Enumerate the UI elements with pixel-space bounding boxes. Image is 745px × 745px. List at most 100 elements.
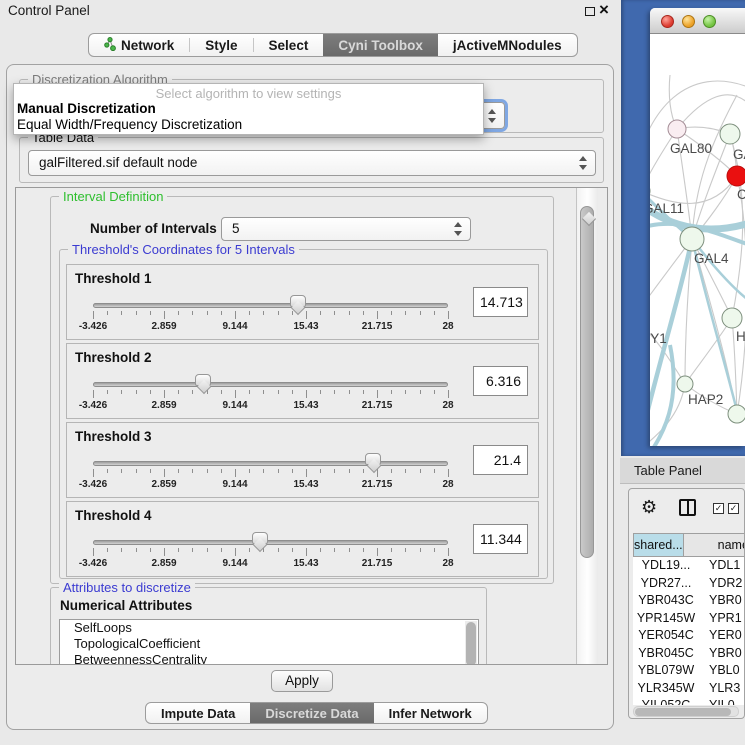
algorithm-option-equal-width[interactable]: Equal Width/Frequency Discretization xyxy=(14,117,483,133)
close-icon[interactable]: × xyxy=(599,0,609,20)
threshold-panel: Threshold 3 -3.426 2.859 9.144 15.43 21.… xyxy=(66,422,539,498)
network-window-titlebar[interactable] xyxy=(650,8,745,34)
slider-track[interactable] xyxy=(93,382,448,387)
tab-style[interactable]: Style xyxy=(190,34,252,56)
minimize-traffic-light-icon[interactable] xyxy=(682,15,695,28)
attributes-group: Attributes to discretize Numerical Attri… xyxy=(50,587,487,665)
node-h[interactable] xyxy=(722,308,742,328)
slider-scale-labels: -3.426 2.859 9.144 15.43 21.715 28 xyxy=(93,479,448,493)
slider-ticks xyxy=(93,548,448,558)
vertical-scrollbar-thumb[interactable] xyxy=(580,206,594,558)
slider-thumb-icon[interactable] xyxy=(365,453,381,465)
tab-select[interactable]: Select xyxy=(254,34,324,56)
tab-infer-network[interactable]: Infer Network xyxy=(374,703,487,723)
slider-thumb-icon[interactable] xyxy=(290,295,306,307)
threshold-value-field[interactable]: 6.316 xyxy=(473,366,528,396)
node-gal4[interactable] xyxy=(680,227,704,251)
table-data-selected: galFiltered.sif default node xyxy=(39,155,197,170)
table-row[interactable]: YBR043C YBR0 xyxy=(633,592,745,610)
threshold-value-field[interactable]: 11.344 xyxy=(473,524,528,554)
number-of-intervals-value: 5 xyxy=(232,221,240,236)
attribute-items: SelfLoops TopologicalCoefficient Between… xyxy=(60,620,478,665)
table-row[interactable]: YIL052C YIL0 xyxy=(633,697,745,705)
table-row[interactable]: YBL079W YBL0 xyxy=(633,662,745,680)
checkbox-icon[interactable]: ✓ xyxy=(728,503,739,514)
table-data-combobox[interactable]: galFiltered.sif default node xyxy=(28,150,596,176)
slider-ticks xyxy=(93,469,448,479)
tab-network-label: Network xyxy=(121,38,174,53)
node-label-clipped: C xyxy=(737,187,745,202)
table-row[interactable]: YDL19... YDL1 xyxy=(633,557,745,575)
table-row[interactable]: YLR345W YLR3 xyxy=(633,680,745,698)
numerical-attributes-list[interactable]: SelfLoops TopologicalCoefficient Between… xyxy=(59,619,479,665)
vertical-scrollbar[interactable] xyxy=(576,188,598,664)
node-label-clipped: H xyxy=(736,329,745,344)
threshold-slider[interactable]: -3.426 2.859 9.144 15.43 21.715 28 xyxy=(93,293,448,339)
tab-cyni-toolbox[interactable]: Cyni Toolbox xyxy=(323,34,438,56)
network-window[interactable]: GAL80 GA C GAL11 GAL4 GCY1 H HAP2 xyxy=(650,8,745,446)
network-icon xyxy=(104,37,116,54)
node-label-gcy1: GCY1 xyxy=(650,331,667,346)
column-split-icon[interactable] xyxy=(679,499,696,516)
table-panel-titlebar: Table Panel xyxy=(620,458,745,484)
threshold-label: Threshold 4 xyxy=(75,508,152,523)
slider-track[interactable] xyxy=(93,461,448,466)
attribute-list-item[interactable]: SelfLoops xyxy=(60,620,478,636)
node-bottom-right[interactable] xyxy=(728,405,745,423)
node-selected-red[interactable] xyxy=(727,166,745,186)
network-canvas[interactable]: GAL80 GA C GAL11 GAL4 GCY1 H HAP2 xyxy=(650,35,745,446)
horizontal-scrollbar[interactable] xyxy=(633,706,739,717)
algorithm-hint-option[interactable]: Select algorithm to view settings xyxy=(14,84,483,101)
node-label-gal80: GAL80 xyxy=(670,141,712,156)
attribute-list-item[interactable]: BetweennessCentrality xyxy=(60,652,478,665)
slider-track[interactable] xyxy=(93,303,448,308)
threshold-slider[interactable]: -3.426 2.859 9.144 15.43 21.715 28 xyxy=(93,530,448,576)
table-row[interactable]: YPR145W YPR1 xyxy=(633,610,745,628)
attribute-list-item[interactable]: TopologicalCoefficient xyxy=(60,636,478,652)
threshold-slider[interactable]: -3.426 2.859 9.144 15.43 21.715 28 xyxy=(93,372,448,418)
node-gal80[interactable] xyxy=(668,120,686,138)
node-top-right[interactable] xyxy=(720,124,740,144)
zoom-traffic-light-icon[interactable] xyxy=(703,15,716,28)
panel-title: Control Panel xyxy=(8,3,90,18)
table-header-row: shared... name xyxy=(633,533,745,557)
slider-track[interactable] xyxy=(93,540,448,545)
number-of-intervals-combobox[interactable]: 5 xyxy=(221,217,471,241)
table-panel-title: Table Panel xyxy=(634,463,702,478)
threshold-value-field[interactable]: 21.4 xyxy=(473,445,528,475)
algorithm-option-manual[interactable]: Manual Discretization xyxy=(14,101,483,117)
gear-icon[interactable]: ⚙ xyxy=(641,497,657,518)
tab-discretize-data[interactable]: Discretize Data xyxy=(250,703,373,723)
threshold-label: Threshold 1 xyxy=(75,271,152,286)
close-traffic-light-icon[interactable] xyxy=(661,15,674,28)
slider-ticks xyxy=(93,311,448,321)
node-hap2[interactable] xyxy=(677,376,693,392)
float-window-icon[interactable] xyxy=(585,7,595,16)
slider-scale-labels: -3.426 2.859 9.144 15.43 21.715 28 xyxy=(93,400,448,414)
tab-network[interactable]: Network xyxy=(89,34,189,56)
tab-impute-data[interactable]: Impute Data xyxy=(146,703,250,723)
threshold-value-field[interactable]: 14.713 xyxy=(473,287,528,317)
table-row[interactable]: YBR045C YBR0 xyxy=(633,645,745,663)
list-scrollbar-thumb[interactable] xyxy=(466,622,476,665)
tab-jactivemnodules[interactable]: jActiveMNodules xyxy=(438,34,577,56)
interval-definition-group: Interval Definition Number of Intervals … xyxy=(50,196,554,584)
apply-button[interactable]: Apply xyxy=(271,670,333,692)
column-header-name[interactable]: name xyxy=(684,534,745,556)
column-header-shared-name[interactable]: shared... xyxy=(634,534,684,556)
node-label-gal4: GAL4 xyxy=(694,251,729,266)
table-row[interactable]: YER054C YER0 xyxy=(633,627,745,645)
slider-thumb-icon[interactable] xyxy=(195,374,211,386)
node-label-gal11: GAL11 xyxy=(650,201,684,216)
table-data-group: Table Data galFiltered.sif default node xyxy=(19,137,604,183)
interval-definition-title: Interval Definition xyxy=(59,189,167,204)
table-row[interactable]: YDR27... YDR2 xyxy=(633,575,745,593)
horizontal-scrollbar-thumb[interactable] xyxy=(635,708,731,716)
checkbox-icon[interactable]: ✓ xyxy=(713,503,724,514)
table-panel: ⚙ ✓ ✓ shared... name YDL19... YDL1 YDR27… xyxy=(628,488,745,719)
slider-thumb-icon[interactable] xyxy=(252,532,268,544)
number-of-intervals-label: Number of Intervals xyxy=(90,221,217,236)
bottom-tabs: Impute Data Discretize Data Infer Networ… xyxy=(145,702,488,724)
threshold-slider[interactable]: -3.426 2.859 9.144 15.43 21.715 28 xyxy=(93,451,448,497)
list-scrollbar[interactable] xyxy=(465,621,477,665)
